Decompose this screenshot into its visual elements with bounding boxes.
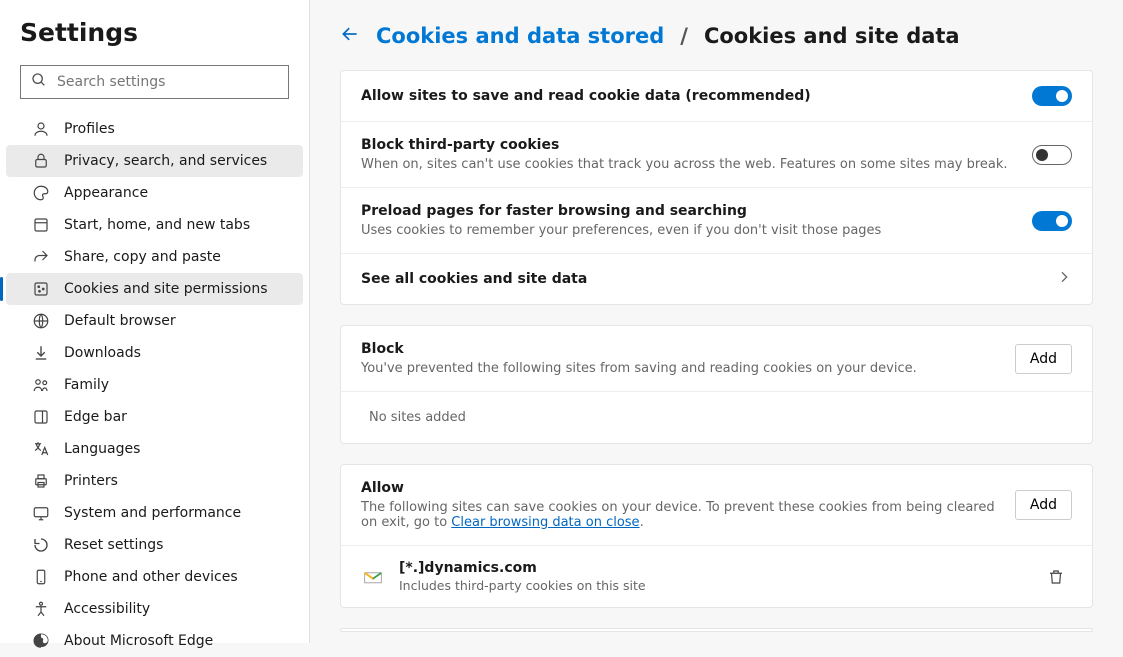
sidebar-item-lock[interactable]: Privacy, search, and services	[6, 145, 303, 177]
next-card-peek	[340, 628, 1093, 632]
sidebar-item-defaultb[interactable]: Default browser	[0, 305, 309, 337]
sidebar-item-lang[interactable]: Languages	[0, 433, 309, 465]
cookies-icon	[32, 280, 50, 298]
search-icon	[31, 72, 47, 92]
start-icon	[32, 216, 50, 234]
sidebar-item-edgebar[interactable]: Edge bar	[0, 401, 309, 433]
settings-sidebar: Settings Profiles Privacy, search, and se…	[0, 0, 310, 643]
back-button[interactable]	[340, 24, 360, 48]
sidebar-item-label: Share, copy and paste	[64, 249, 221, 265]
site-detail: Includes third-party cookies on this sit…	[399, 578, 1026, 593]
sidebar-item-perf[interactable]: System and performance	[0, 497, 309, 529]
setting-title: Block third-party cookies	[361, 137, 1016, 153]
share-icon	[32, 248, 50, 266]
setting-block-third-party: Block third-party cookies When on, sites…	[341, 121, 1092, 187]
setting-title: See all cookies and site data	[361, 271, 1040, 287]
chevron-right-icon	[1056, 269, 1072, 289]
block-title: Block	[361, 341, 999, 357]
allow-subtitle: The following sites can save cookies on …	[361, 500, 999, 530]
family-icon	[32, 376, 50, 394]
clear-data-link[interactable]: Clear browsing data on close	[451, 515, 639, 530]
toggle-block-third-party[interactable]	[1032, 145, 1072, 165]
allow-header-row: Allow The following sites can save cooki…	[341, 465, 1092, 545]
sidebar-item-cookies[interactable]: Cookies and site permissions	[6, 273, 303, 305]
sidebar-item-about[interactable]: About Microsoft Edge	[0, 625, 309, 657]
sidebar-item-appearance[interactable]: Appearance	[0, 177, 309, 209]
toggle-preload-pages[interactable]	[1032, 211, 1072, 231]
see-all-cookies-row[interactable]: See all cookies and site data	[341, 253, 1092, 304]
sidebar-item-label: Start, home, and new tabs	[64, 217, 250, 233]
site-name: [*.]dynamics.com	[399, 560, 1026, 576]
block-header-row: Block You've prevented the following sit…	[341, 326, 1092, 391]
perf-icon	[32, 504, 50, 522]
sidebar-nav: Profiles Privacy, search, and services App…	[0, 113, 309, 657]
search-field-wrap[interactable]	[20, 65, 289, 99]
main-content: Cookies and data stored / Cookies and si…	[310, 0, 1123, 643]
sidebar-item-label: Profiles	[64, 121, 115, 137]
breadcrumb-parent-link[interactable]: Cookies and data stored	[376, 24, 664, 48]
block-subtitle: You've prevented the following sites fro…	[361, 361, 999, 376]
sidebar-item-label: About Microsoft Edge	[64, 633, 213, 649]
sidebar-item-access[interactable]: Accessibility	[0, 593, 309, 625]
sidebar-item-reset[interactable]: Reset settings	[0, 529, 309, 561]
sidebar-item-phone[interactable]: Phone and other devices	[0, 561, 309, 593]
download-icon	[32, 344, 50, 362]
profiles-icon	[32, 120, 50, 138]
setting-preload-pages: Preload pages for faster browsing and se…	[341, 187, 1092, 253]
sidebar-item-label: Privacy, search, and services	[64, 153, 267, 169]
phone-icon	[32, 568, 50, 586]
sidebar-item-profiles[interactable]: Profiles	[0, 113, 309, 145]
cookie-settings-card: Allow sites to save and read cookie data…	[340, 70, 1093, 305]
reset-icon	[32, 536, 50, 554]
block-add-button[interactable]: Add	[1015, 344, 1072, 374]
sidebar-item-share[interactable]: Share, copy and paste	[0, 241, 309, 273]
setting-subtitle: When on, sites can't use cookies that tr…	[361, 157, 1016, 172]
sidebar-item-label: Printers	[64, 473, 118, 489]
printer-icon	[32, 472, 50, 490]
breadcrumb-current: Cookies and site data	[704, 24, 960, 48]
sidebar-item-label: Downloads	[64, 345, 141, 361]
site-favicon	[361, 565, 385, 589]
sidebar-item-download[interactable]: Downloads	[0, 337, 309, 369]
appearance-icon	[32, 184, 50, 202]
sidebar-item-label: Cookies and site permissions	[64, 281, 268, 297]
sidebar-item-label: System and performance	[64, 505, 241, 521]
allow-sub-post: .	[640, 515, 644, 530]
block-section: Block You've prevented the following sit…	[340, 325, 1093, 444]
allow-title: Allow	[361, 480, 999, 496]
sidebar-item-printer[interactable]: Printers	[0, 465, 309, 497]
lang-icon	[32, 440, 50, 458]
allow-section: Allow The following sites can save cooki…	[340, 464, 1093, 608]
allowed-site-row: [*.]dynamics.com Includes third-party co…	[341, 545, 1092, 607]
about-icon	[32, 632, 50, 650]
breadcrumb-separator: /	[680, 24, 688, 48]
sidebar-item-start[interactable]: Start, home, and new tabs	[0, 209, 309, 241]
page-title: Settings	[0, 18, 309, 65]
sidebar-item-label: Languages	[64, 441, 140, 457]
toggle-allow-cookies[interactable]	[1032, 86, 1072, 106]
search-input[interactable]	[57, 74, 278, 90]
lock-icon	[32, 152, 50, 170]
sidebar-item-label: Default browser	[64, 313, 176, 329]
delete-site-button[interactable]	[1040, 561, 1072, 593]
edgebar-icon	[32, 408, 50, 426]
allow-add-button[interactable]: Add	[1015, 490, 1072, 520]
sidebar-item-label: Reset settings	[64, 537, 163, 553]
block-empty-text: No sites added	[341, 391, 1092, 443]
setting-allow-cookies: Allow sites to save and read cookie data…	[341, 71, 1092, 121]
sidebar-item-label: Edge bar	[64, 409, 127, 425]
setting-title: Preload pages for faster browsing and se…	[361, 203, 1016, 219]
access-icon	[32, 600, 50, 618]
sidebar-item-label: Accessibility	[64, 601, 150, 617]
sidebar-item-label: Phone and other devices	[64, 569, 238, 585]
setting-title: Allow sites to save and read cookie data…	[361, 88, 1016, 104]
setting-subtitle: Uses cookies to remember your preference…	[361, 223, 1016, 238]
breadcrumb: Cookies and data stored / Cookies and si…	[340, 24, 1093, 48]
sidebar-item-family[interactable]: Family	[0, 369, 309, 401]
defaultb-icon	[32, 312, 50, 330]
sidebar-item-label: Family	[64, 377, 109, 393]
sidebar-item-label: Appearance	[64, 185, 148, 201]
